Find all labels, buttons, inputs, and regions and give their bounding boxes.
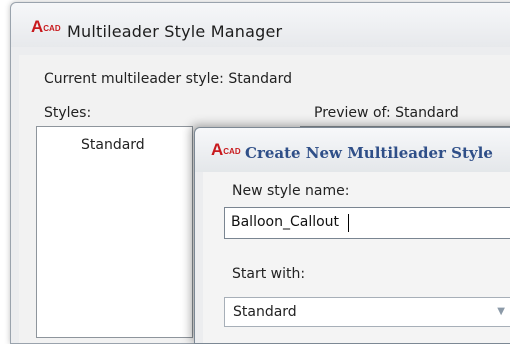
styles-label: Styles: [44,105,92,121]
chevron-down-icon[interactable]: ▼ [497,306,505,317]
window-title: Multileader Style Manager [67,22,283,41]
start-with-label: Start with: [232,266,306,282]
start-with-dropdown[interactable]: Standard ▼ [224,297,510,327]
dialog-titlebar[interactable]: ACAD Create New Multileader Style [195,128,510,172]
new-style-name-field[interactable] [224,207,510,239]
new-style-name-label: New style name: [232,183,350,199]
dialog-title: Create New Multileader Style [245,144,493,162]
preview-label: Preview of: Standard [314,105,459,121]
text-caret [348,214,349,232]
autocad-app-icon: ACAD [31,17,61,36]
new-style-name-input[interactable] [231,214,510,230]
autocad-app-icon-dialog: ACAD [211,140,241,159]
current-style-label: Current multileader style: Standard [44,71,293,87]
start-with-selected-value: Standard [233,304,297,320]
styles-list[interactable]: Standard [36,126,193,338]
main-titlebar[interactable]: ACAD Multileader Style Manager [11,3,510,47]
styles-list-item-standard[interactable]: Standard [81,137,145,153]
